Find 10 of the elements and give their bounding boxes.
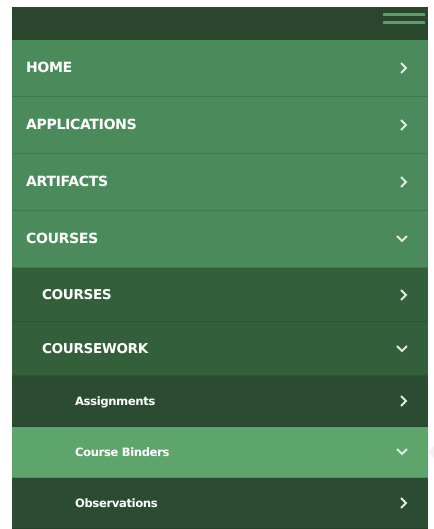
menu-item[interactable]: APPLICATIONS (12, 97, 428, 154)
menu-item[interactable]: COURSEWORK (12, 322, 428, 376)
menu-item[interactable]: ARTIFACTS (12, 154, 428, 211)
menu-item[interactable]: COURSES (12, 268, 428, 322)
menu-item[interactable]: Observations (12, 478, 428, 529)
menu-item[interactable]: COURSES (12, 211, 428, 268)
menu-item[interactable]: HOME (12, 40, 428, 97)
menu-item[interactable]: Assignments (12, 376, 428, 427)
pointer-icon (428, 446, 434, 458)
menu-icon[interactable] (383, 12, 425, 26)
